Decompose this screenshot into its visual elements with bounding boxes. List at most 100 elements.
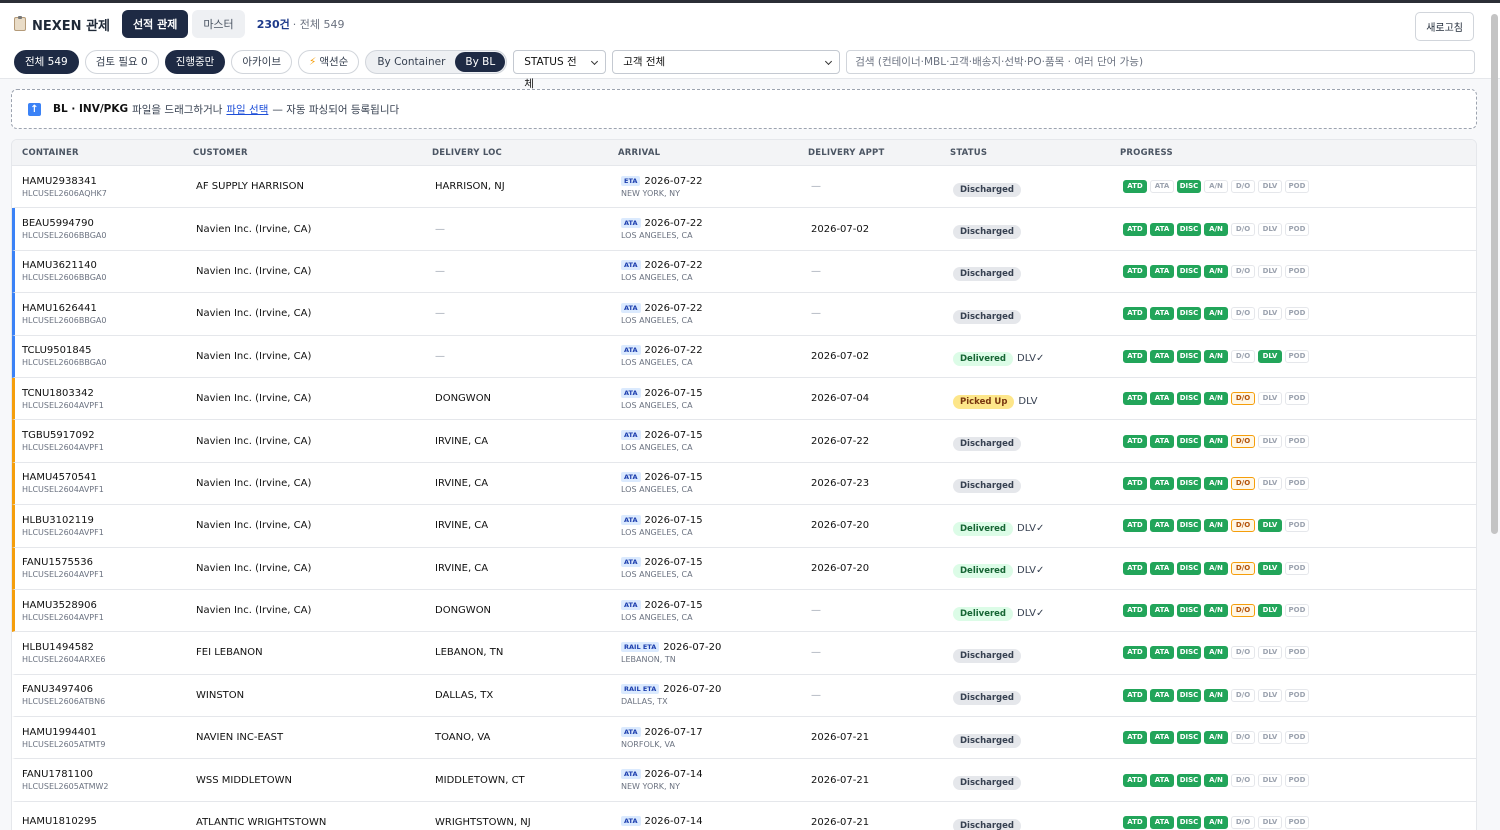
progress-step-ata: ATA: [1150, 519, 1174, 533]
progress-step-dlv: DLV: [1258, 604, 1282, 618]
progress-step-atd: ATD: [1123, 773, 1147, 787]
progress-step-dlv: DLV: [1258, 731, 1282, 745]
container-number[interactable]: TCLU9501845: [22, 345, 196, 356]
container-cell: TGBU5917092 HLCUSEL2604AVPF1: [15, 430, 196, 452]
refresh-button[interactable]: 새로고침: [1415, 12, 1474, 41]
col-status[interactable]: STATUS: [950, 148, 1120, 158]
container-number[interactable]: FANU1575536: [22, 557, 196, 568]
table-row[interactable]: HLBU3102119 HLCUSEL2604AVPF1 Navien Inc.…: [12, 505, 1476, 548]
table-row[interactable]: TCLU9501845 HLCUSEL2606BBGA0 Navien Inc.…: [12, 335, 1476, 378]
arrival-date: 2026-07-22: [644, 302, 703, 314]
progress-steps: ATD ATA DISC A/N D/O DLV POD: [1123, 392, 1476, 406]
progress-step-pod: POD: [1285, 646, 1309, 660]
arrival-cell: ATA 2026-07-15 LOS ANGELES, CA: [621, 557, 811, 579]
table-row[interactable]: HLBU1494582 HLCUSEL2604ARXE6 FEI LEBANON…: [12, 632, 1476, 675]
progress-step-do: D/O: [1231, 434, 1255, 448]
progress-step-ata: ATA: [1150, 731, 1174, 745]
sort-action-button[interactable]: ⚡ 액션순: [297, 49, 360, 74]
filter-review-button[interactable]: 검토 필요 0: [84, 49, 159, 74]
progress-step-pod: POD: [1285, 561, 1309, 575]
progress-step-ata: ATA: [1150, 773, 1174, 787]
status-note: DLV✓: [1017, 522, 1045, 534]
table-row[interactable]: FANU1781100 HLCUSEL2605ATMW2 WSS MIDDLET…: [12, 759, 1476, 802]
status-badge: Discharged: [953, 309, 1021, 324]
table-row[interactable]: HAMU4570541 HLCUSEL2604AVPF1 Navien Inc.…: [12, 462, 1476, 506]
arrival-type-tag: ATA: [621, 599, 641, 610]
table-row[interactable]: BEAU5994790 HLCUSEL2606BBGA0 Navien Inc.…: [12, 208, 1476, 251]
container-number[interactable]: FANU3497406: [22, 684, 196, 695]
container-number[interactable]: HLBU1494582: [22, 642, 196, 653]
table-row[interactable]: FANU1575536 HLCUSEL2604AVPF1 Navien Inc.…: [12, 547, 1476, 590]
container-number[interactable]: TCNU1803342: [22, 388, 196, 399]
delivery-loc-cell: —: [435, 265, 445, 277]
progress-cell: ATD ATA DISC A/N D/O DLV POD: [1123, 773, 1476, 787]
progress-step-an: A/N: [1204, 604, 1228, 618]
progress-step-atd: ATD: [1123, 604, 1147, 618]
col-delivery-appt[interactable]: DELIVERY APPT: [808, 148, 950, 158]
table-row[interactable]: FANU3497406 HLCUSEL2606ATBN6 WINSTON DAL…: [12, 675, 1476, 718]
table-row[interactable]: HAMU1626441 HLCUSEL2606BBGA0 Navien Inc.…: [12, 293, 1476, 336]
file-select-link[interactable]: 파일 선택: [226, 102, 268, 117]
customer-select[interactable]: 고객 전체: [612, 49, 841, 74]
arrival-port: NEW YORK, NY: [621, 188, 680, 198]
table-row[interactable]: HAMU1810295 ATLANTIC WRIGHTSTOWN WRIGHTS…: [12, 802, 1476, 830]
customer-cell: Navien Inc. (Irvine, CA): [196, 477, 312, 489]
table-row[interactable]: TGBU5917092 HLCUSEL2604AVPF1 Navien Inc.…: [12, 420, 1476, 463]
view-by-container-button[interactable]: By Container: [367, 52, 455, 72]
progress-step-disc: DISC: [1177, 222, 1201, 236]
search-input[interactable]: 검색 (컨테이너·MBL·고객·배송지·선박·PO·품목 · 여러 단어 가능): [846, 49, 1475, 74]
tab-shipment-control[interactable]: 선적 관제: [122, 10, 189, 38]
filter-archive-button[interactable]: 아카이브: [231, 49, 292, 74]
table-row[interactable]: TCNU1803342 HLCUSEL2604AVPF1 Navien Inc.…: [12, 377, 1476, 421]
container-number[interactable]: TGBU5917092: [22, 430, 196, 441]
customer-cell: WSS MIDDLETOWN: [196, 774, 292, 786]
table-row[interactable]: HAMU2938341 HLCUSEL2606AQHK7 AF SUPPLY H…: [12, 166, 1476, 209]
table-row[interactable]: HAMU3621140 HLCUSEL2606BBGA0 Navien Inc.…: [12, 250, 1476, 294]
container-cell: FANU1575536 HLCUSEL2604AVPF1: [15, 557, 196, 579]
progress-cell: ATD ATA DISC A/N D/O DLV POD: [1123, 646, 1476, 660]
status-badge: Discharged: [953, 267, 1021, 282]
delivery-appt-cell: 2026-07-02: [811, 350, 870, 362]
table-row[interactable]: HAMU1994401 HLCUSEL2605ATMT9 NAVIEN INC-…: [12, 717, 1476, 760]
container-cell: TCLU9501845 HLCUSEL2606BBGA0: [15, 345, 196, 367]
container-number[interactable]: HAMU1810295: [22, 816, 196, 827]
status-select[interactable]: STATUS 전체: [513, 49, 607, 90]
progress-cell: ATD ATA DISC A/N D/O DLV POD: [1123, 434, 1476, 448]
progress-step-ata: ATA: [1150, 180, 1174, 194]
container-number[interactable]: HLBU3102119: [22, 515, 196, 526]
page-scrollbar[interactable]: [1491, 14, 1498, 534]
progress-step-an: A/N: [1204, 731, 1228, 745]
tab-master[interactable]: 마스터: [192, 10, 245, 38]
arrival-type-tag: ATA: [621, 816, 641, 827]
customer-cell: Navien Inc. (Irvine, CA): [196, 520, 312, 532]
container-number[interactable]: HAMU2938341: [22, 176, 196, 187]
progress-step-pod: POD: [1285, 434, 1309, 448]
container-number[interactable]: HAMU3621140: [22, 260, 196, 271]
progress-step-pod: POD: [1285, 180, 1309, 194]
col-container[interactable]: CONTAINER: [12, 148, 193, 158]
col-delivery-loc[interactable]: DELIVERY LOC: [432, 148, 618, 158]
col-customer[interactable]: CUSTOMER: [193, 148, 432, 158]
container-number[interactable]: HAMU3528906: [22, 600, 196, 611]
container-number[interactable]: HAMU1994401: [22, 727, 196, 738]
file-drop-zone[interactable]: ↑ BL · INV/PKG 파일을 드래그하거나 파일 선택 — 자동 파싱되…: [11, 89, 1477, 129]
view-by-bl-button[interactable]: By BL: [455, 51, 506, 72]
container-number[interactable]: HAMU4570541: [22, 472, 196, 483]
container-cell: HAMU1626441 HLCUSEL2606BBGA0: [15, 303, 196, 325]
arrival-date: 2026-07-20: [663, 641, 722, 653]
bl-number: HLCUSEL2606BBGA0: [22, 231, 107, 241]
arrival-port: NORFOLK, VA: [621, 739, 675, 749]
progress-step-an: A/N: [1204, 561, 1228, 575]
filter-all-button[interactable]: 전체 549: [14, 49, 79, 74]
progress-step-do: D/O: [1231, 392, 1255, 406]
table-row[interactable]: HAMU3528906 HLCUSEL2604AVPF1 Navien Inc.…: [12, 589, 1476, 633]
arrival-port: LOS ANGELES, CA: [621, 273, 693, 283]
container-number[interactable]: FANU1781100: [22, 769, 196, 780]
col-progress[interactable]: PROGRESS: [1120, 148, 1476, 158]
app-title: NEXEN 관제: [32, 18, 110, 34]
filter-in-progress-button[interactable]: 진행중만: [164, 49, 226, 74]
col-arrival[interactable]: ARRIVAL: [618, 148, 808, 158]
container-number[interactable]: BEAU5994790: [22, 218, 196, 229]
container-number[interactable]: HAMU1626441: [22, 303, 196, 314]
container-cell: HAMU1810295: [15, 816, 196, 829]
